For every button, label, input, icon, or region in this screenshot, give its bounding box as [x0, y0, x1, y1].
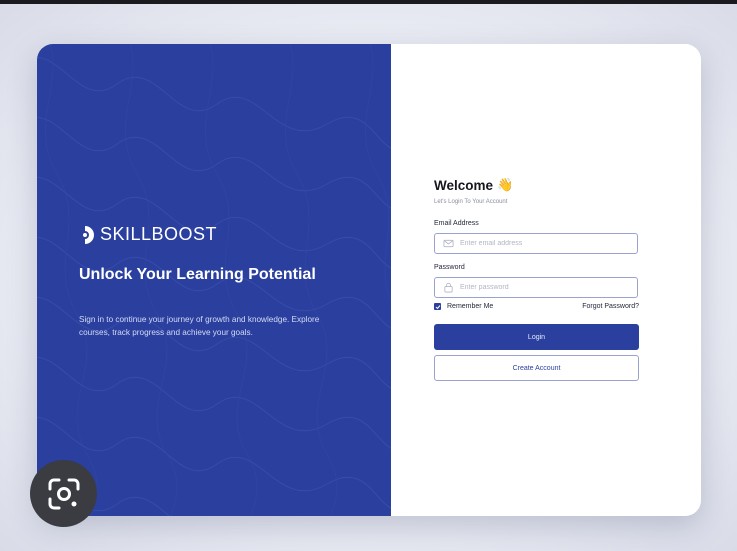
brand-name: SKILLBOOST [100, 224, 218, 244]
brand: SKILLBOOST [79, 224, 217, 245]
mail-icon [443, 239, 454, 248]
remember-checkbox[interactable] [434, 303, 441, 310]
hero-panel: SKILLBOOST Unlock Your Learning Potentia… [37, 44, 391, 516]
email-input[interactable] [460, 240, 610, 247]
password-label: Password [434, 264, 465, 271]
hero-headline: Unlock Your Learning Potential [79, 266, 316, 283]
lock-icon [444, 282, 453, 293]
remember-label: Remember Me [447, 303, 494, 310]
welcome-heading: Welcome 👋 [434, 177, 513, 193]
password-input[interactable] [460, 284, 610, 291]
forgot-password-link[interactable]: Forgot Password? [576, 303, 639, 310]
login-panel: Welcome 👋 Let's Login To Your Account Em… [391, 44, 701, 516]
welcome-subtitle: Let's Login To Your Account [434, 199, 508, 205]
login-button[interactable]: Login [434, 324, 639, 350]
waving-hand-icon: 👋 [497, 177, 514, 192]
hero-subtext: Sign in to continue your journey of grow… [79, 315, 320, 337]
email-label: Email Address [434, 220, 479, 227]
lens-button[interactable] [30, 460, 97, 527]
google-lens-icon [48, 478, 79, 509]
check-icon [435, 304, 440, 309]
skillboost-logo-icon [83, 225, 94, 244]
login-card: SKILLBOOST Unlock Your Learning Potentia… [37, 44, 701, 516]
remember-me[interactable]: Remember Me [434, 303, 493, 310]
password-field[interactable] [434, 277, 638, 298]
create-account-button[interactable]: Create Account [434, 355, 639, 381]
welcome-title: Welcome [434, 177, 494, 193]
email-field[interactable] [434, 233, 638, 254]
